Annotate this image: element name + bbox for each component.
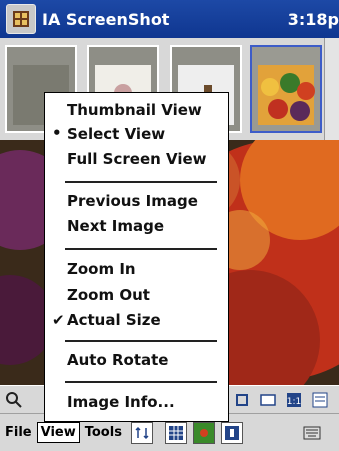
list-icon[interactable] <box>310 390 330 410</box>
menu-file[interactable]: File <box>2 423 35 442</box>
keyboard-icon[interactable] <box>301 422 323 444</box>
crop-icon[interactable] <box>232 390 252 410</box>
menu-separator <box>65 248 217 250</box>
menu-item-select-view[interactable]: Select View <box>67 125 165 143</box>
menu-item-thumbnail-view[interactable]: Thumbnail View <box>67 101 202 119</box>
menu-item-actual-size[interactable]: Actual Size <box>67 311 161 329</box>
menu-separator <box>65 381 217 383</box>
thumbnail-scrollbar[interactable] <box>324 38 339 140</box>
thumbnail-4-selected[interactable] <box>250 45 322 133</box>
menu-item-full-screen-view[interactable]: Full Screen View <box>67 150 207 168</box>
menu-tools[interactable]: Tools <box>82 423 125 442</box>
menu-item-previous-image[interactable]: Previous Image <box>67 192 198 210</box>
svg-text:1:1: 1:1 <box>287 397 301 407</box>
fullscreen-icon[interactable] <box>220 421 243 444</box>
menu-item-next-image[interactable]: Next Image <box>67 217 164 235</box>
grid-view-icon[interactable] <box>164 421 187 444</box>
menu-item-zoom-out[interactable]: Zoom Out <box>67 286 150 304</box>
title-bar: IA ScreenShot 3:18p <box>0 0 339 38</box>
sort-icon[interactable] <box>130 421 153 444</box>
image-view-icon[interactable] <box>192 421 215 444</box>
menu-separator <box>65 181 217 183</box>
menu-item-zoom-in[interactable]: Zoom In <box>67 260 136 278</box>
zoom-icon[interactable] <box>4 390 24 410</box>
checkmark-icon: ✔ <box>52 311 65 329</box>
menu-separator <box>65 340 217 342</box>
menu-view[interactable]: View <box>36 422 80 443</box>
actual-size-icon[interactable]: 1:1 <box>284 390 304 410</box>
bullet-mark: • <box>52 124 62 142</box>
view-menu: Thumbnail View • Select View Full Screen… <box>44 92 229 422</box>
menu-item-auto-rotate[interactable]: Auto Rotate <box>67 351 168 369</box>
menu-item-image-info[interactable]: Image Info... <box>67 393 175 411</box>
rotate-icon[interactable] <box>258 390 278 410</box>
clock[interactable]: 3:18p <box>288 10 339 29</box>
start-menu-icon[interactable] <box>6 4 36 34</box>
window-title: IA ScreenShot <box>42 9 170 29</box>
